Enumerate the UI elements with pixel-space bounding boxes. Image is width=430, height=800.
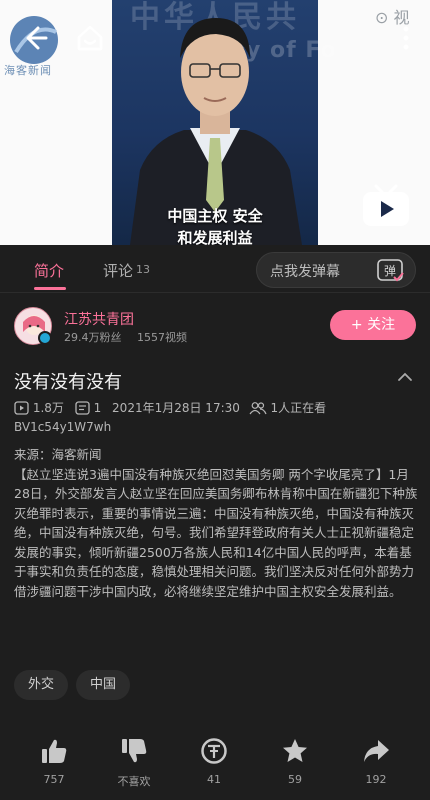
back-arrow-icon[interactable] bbox=[18, 22, 50, 54]
danmaku-count: 1 bbox=[93, 401, 102, 415]
description-source: 来源：海客新闻 bbox=[14, 447, 102, 462]
share-arrow-icon bbox=[364, 740, 389, 762]
tab-intro[interactable]: 简介 bbox=[34, 260, 64, 281]
thumbs-down-icon bbox=[122, 739, 147, 763]
tag-chip[interactable]: 中国 bbox=[76, 670, 130, 700]
view-count: 1.8万 bbox=[32, 401, 64, 415]
description-body: 【赵立坚连说3遍中国没有种族灭绝回怼美国务卿 两个字收尾亮了】1月28日，外交部… bbox=[14, 466, 418, 599]
follow-button[interactable]: + 关注 bbox=[330, 310, 416, 340]
danmaku-toggle-icon[interactable]: 弹 bbox=[376, 257, 404, 283]
verified-badge-icon bbox=[38, 331, 52, 345]
favorite-button[interactable]: 59 bbox=[265, 737, 325, 786]
star-icon bbox=[283, 739, 307, 762]
viewers-icon bbox=[249, 402, 267, 415]
coin-icon bbox=[201, 738, 227, 764]
coin-button[interactable]: 41 bbox=[184, 737, 244, 786]
play-count-icon bbox=[14, 401, 29, 415]
more-options-icon[interactable] bbox=[396, 24, 416, 52]
like-button[interactable]: 757 bbox=[24, 737, 84, 786]
dislike-label: 不喜欢 bbox=[117, 775, 151, 788]
video-meta: 1.8万 1 2021年1月28日 17:30 1人正在看 bbox=[14, 399, 424, 415]
chevron-up-icon[interactable] bbox=[396, 368, 414, 386]
bv-id: BV1c54y1W7wh bbox=[14, 420, 112, 434]
video-description: 来源：海客新闻 【赵立坚连说3遍中国没有种族灭绝回怼美国务卿 两个字收尾亮了】1… bbox=[14, 445, 418, 601]
comment-count: 13 bbox=[136, 263, 150, 276]
share-count: 192 bbox=[365, 773, 387, 786]
active-tab-indicator bbox=[34, 287, 66, 290]
uploader-name[interactable]: 江苏共青团 bbox=[64, 309, 134, 329]
uploader-stats: 29.4万粉丝 1557视频 bbox=[64, 329, 199, 345]
video-title: 没有没有没有 bbox=[14, 372, 122, 393]
publish-date: 2021年1月28日 17:30 bbox=[112, 401, 240, 415]
subtitle-line-2: 和发展利益 bbox=[177, 229, 253, 245]
dislike-button[interactable]: 不喜欢 bbox=[104, 737, 164, 789]
danmaku-placeholder: 点我发弹幕 bbox=[270, 264, 340, 280]
video-player[interactable]: 中华人民共 istry of Fo 中国主权 安全 和发展利益 海客新闻 ⊙ 视 bbox=[0, 0, 430, 245]
danmaku-count-icon bbox=[75, 401, 90, 415]
tag-chip[interactable]: 外交 bbox=[14, 670, 68, 700]
channel-logo-text: 海客新闻 bbox=[4, 64, 52, 77]
share-button[interactable]: 192 bbox=[346, 737, 406, 786]
subtitle-line-1: 中国主权 安全 bbox=[167, 207, 263, 225]
play-tv-icon[interactable] bbox=[360, 182, 412, 230]
tab-comments[interactable]: 评论 bbox=[103, 260, 133, 281]
like-count: 757 bbox=[43, 773, 65, 786]
favorite-count: 59 bbox=[288, 773, 302, 786]
coin-count: 41 bbox=[207, 773, 221, 786]
svg-text:弹: 弹 bbox=[384, 264, 396, 278]
uploader-fans: 29.4万粉丝 bbox=[64, 331, 122, 344]
thumbs-up-icon bbox=[42, 739, 67, 763]
home-icon[interactable] bbox=[74, 22, 106, 54]
uploader-videos: 1557视频 bbox=[137, 331, 187, 344]
watching-count: 1人正在看 bbox=[270, 401, 327, 415]
